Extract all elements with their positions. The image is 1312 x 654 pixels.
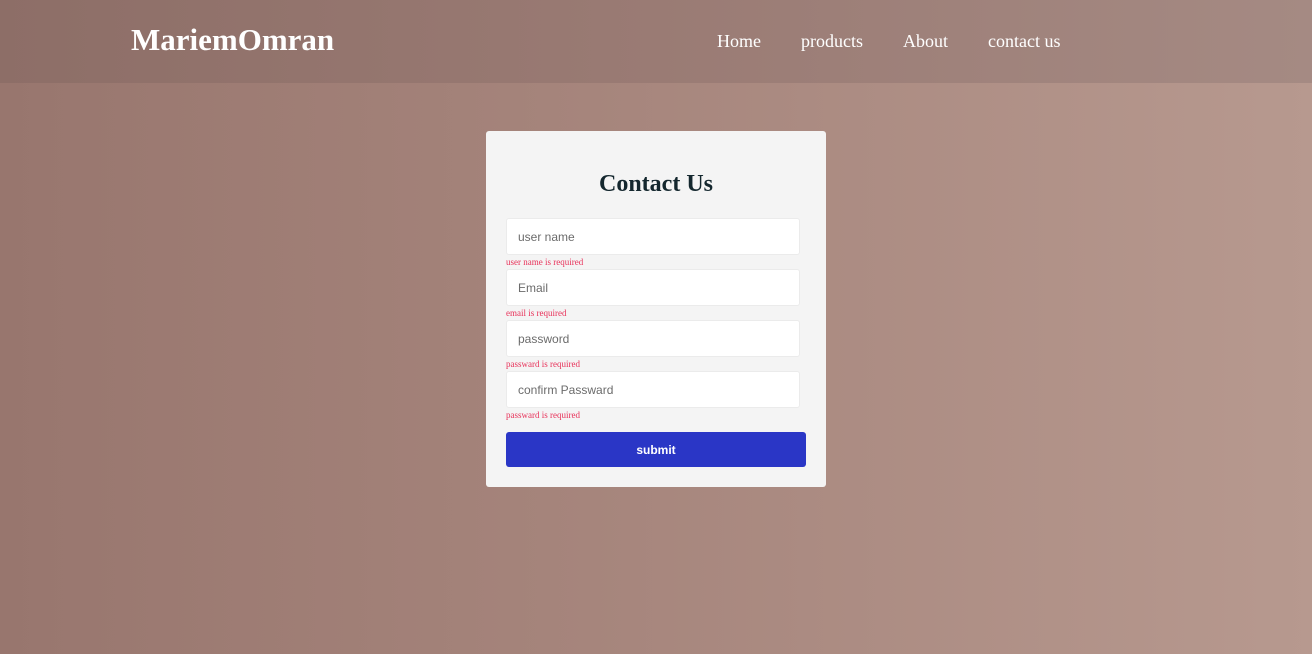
nav-links: Home products About contact us — [717, 30, 1060, 52]
navbar: MariemOmran Home products About contact … — [0, 0, 1312, 83]
username-error: user name is required — [506, 257, 584, 267]
email-error: email is required — [506, 308, 567, 318]
nav-link-home[interactable]: Home — [717, 30, 761, 52]
nav-link-products[interactable]: products — [801, 30, 863, 52]
contact-form-card: Contact Us user name is required email i… — [486, 131, 826, 487]
brand-logo[interactable]: MariemOmran — [131, 21, 334, 59]
password-input[interactable] — [506, 320, 800, 357]
username-input[interactable] — [506, 218, 800, 255]
email-input[interactable] — [506, 269, 800, 306]
confirm-password-input[interactable] — [506, 371, 800, 408]
password-error: passward is required — [506, 359, 580, 369]
submit-button[interactable]: submit — [506, 432, 806, 467]
confirm-password-error: passward is required — [506, 410, 580, 420]
nav-link-about[interactable]: About — [903, 30, 948, 52]
nav-link-contact-us[interactable]: contact us — [988, 30, 1060, 52]
form-title: Contact Us — [599, 171, 713, 197]
